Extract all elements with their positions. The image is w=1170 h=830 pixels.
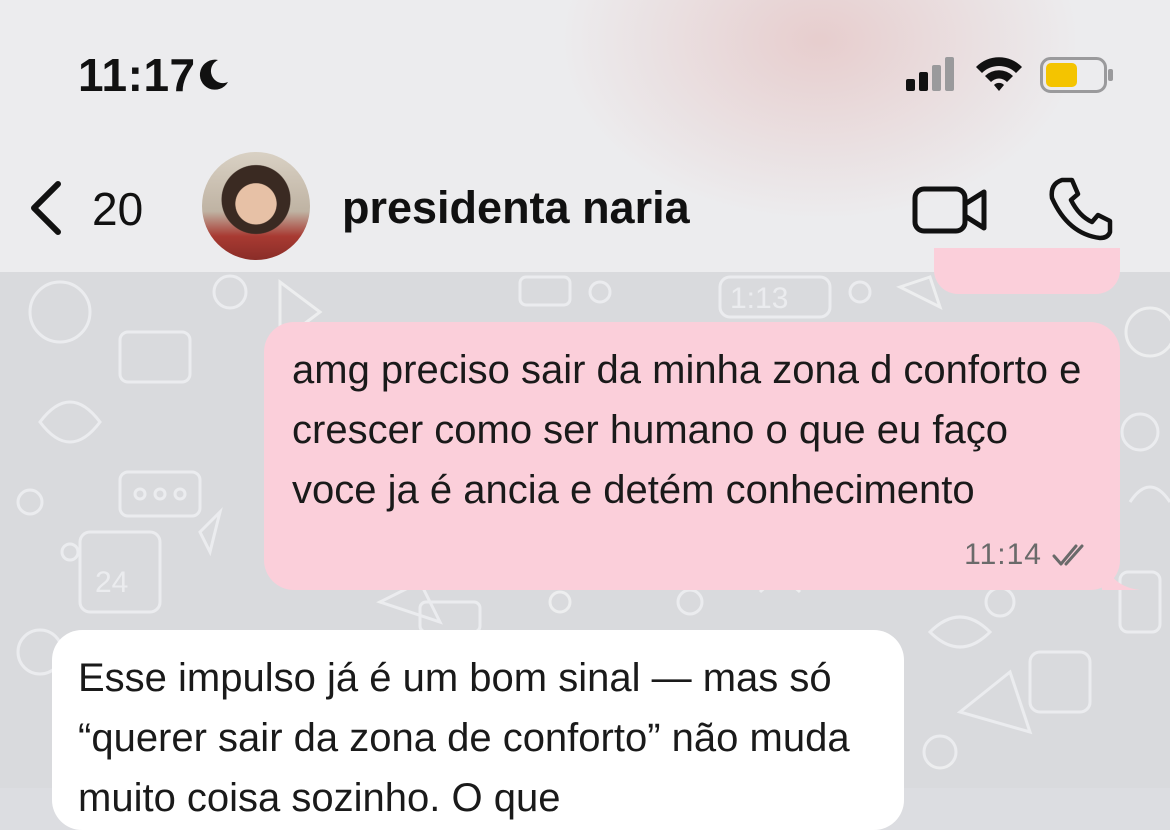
- message-text: Esse impulso já é um bom sinal — mas só …: [78, 656, 850, 820]
- back-unread-count[interactable]: 20: [92, 182, 143, 236]
- wifi-icon: [976, 57, 1022, 91]
- contact-name[interactable]: presidenta naria: [342, 182, 690, 234]
- cellular-signal-icon: [906, 57, 954, 91]
- incoming-message-bubble[interactable]: Esse impulso já é um bom sinal — mas só …: [52, 630, 904, 830]
- double-check-icon: [1052, 544, 1084, 566]
- bubble-tail: [1102, 550, 1140, 590]
- message-time: 11:14: [964, 538, 1042, 571]
- status-time: 11:17: [78, 49, 196, 101]
- previous-outgoing-bubble[interactable]: [934, 248, 1120, 294]
- svg-text:24: 24: [95, 566, 128, 599]
- phone-call-icon[interactable]: [1046, 176, 1114, 242]
- moon-icon: [199, 59, 228, 90]
- outgoing-message-bubble[interactable]: amg preciso sair da minha zona d confort…: [264, 322, 1140, 590]
- svg-text:1:13: 1:13: [730, 282, 788, 315]
- video-call-icon[interactable]: [912, 186, 988, 234]
- avatar[interactable]: [202, 152, 310, 260]
- message-text: amg preciso sair da minha zona d confort…: [292, 348, 1082, 512]
- battery-icon: [1040, 57, 1113, 93]
- chat-header: 11:17 20 presidenta naria: [0, 0, 1170, 272]
- back-chevron-icon[interactable]: [24, 178, 74, 238]
